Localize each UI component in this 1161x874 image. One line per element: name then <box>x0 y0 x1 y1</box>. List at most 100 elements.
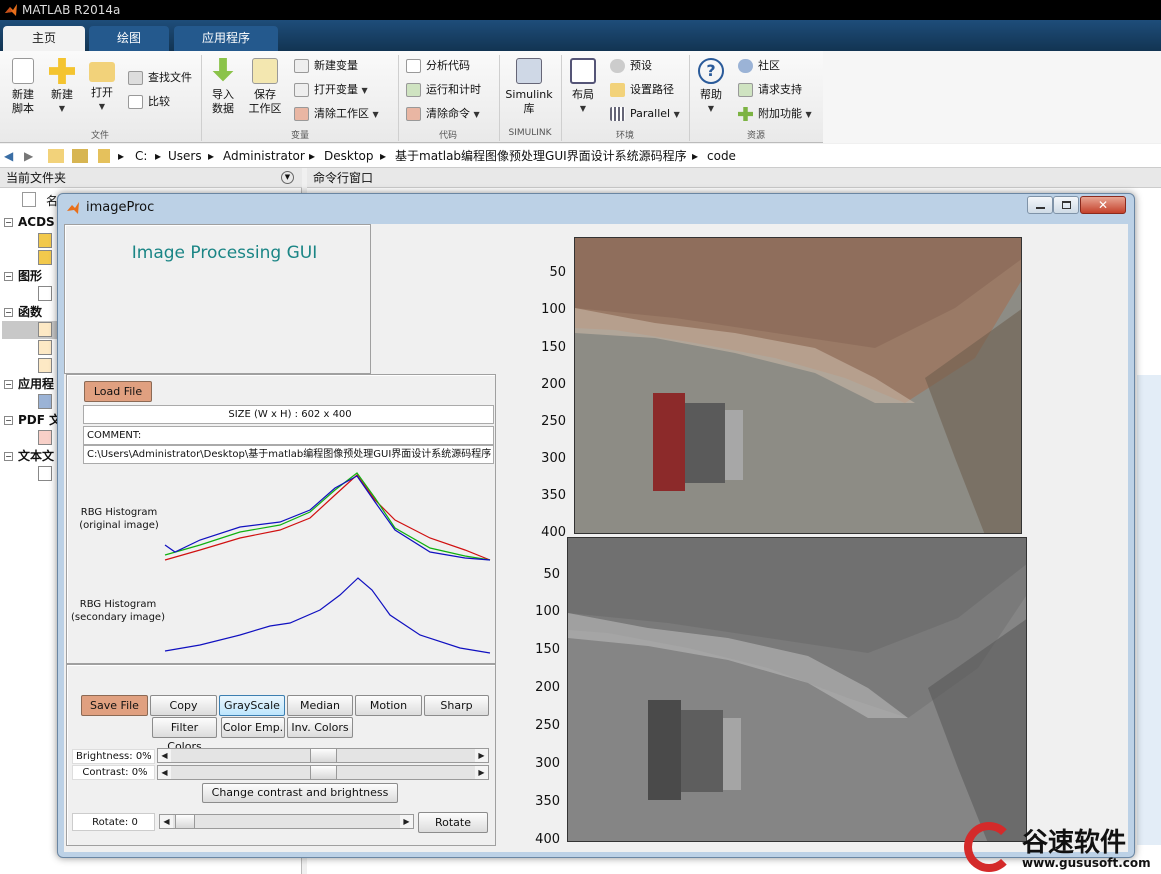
simulink-library-button[interactable]: Simulink 库 <box>504 58 554 116</box>
collapse-icon[interactable]: − <box>4 308 13 317</box>
secondary-image-axes <box>567 537 1027 842</box>
breadcrumb-item[interactable]: code <box>707 144 736 168</box>
new-script-button[interactable]: 新建 脚本 <box>6 58 40 116</box>
new-button[interactable]: 新建 ▼ <box>46 58 78 116</box>
brightness-slider-thumb[interactable] <box>310 749 337 762</box>
help-button[interactable]: ? 帮助 ▼ <box>696 58 726 116</box>
new-script-icon <box>12 58 34 84</box>
run-and-time-button[interactable]: 运行和计时 <box>406 82 481 98</box>
tree-folder-figures[interactable]: − 图形 <box>4 268 42 284</box>
maximize-icon <box>1062 201 1071 209</box>
save-workspace-icon <box>252 58 278 84</box>
collapse-icon[interactable]: − <box>4 272 13 281</box>
clear-commands-button[interactable]: 清除命令 ▼ <box>406 106 480 123</box>
close-button[interactable]: ✕ <box>1080 196 1126 214</box>
save-workspace-button[interactable]: 保存 工作区 <box>246 58 284 116</box>
rotate-value: Rotate: 0 <box>72 813 155 831</box>
ribbon-tab-strip: 主页 绘图 应用程序 <box>0 20 1161 51</box>
contrast-label: Contrast: 0% <box>72 765 155 780</box>
import-data-button[interactable]: 导入 数据 <box>206 58 240 116</box>
comment-field[interactable]: COMMENT: <box>83 426 494 445</box>
layout-button[interactable]: 布局 ▼ <box>568 58 598 116</box>
find-files-button[interactable]: 查找文件 <box>128 70 192 86</box>
clear-workspace-button[interactable]: 清除工作区 ▼ <box>294 106 379 123</box>
breadcrumb-item[interactable]: Users <box>168 144 202 168</box>
slider-right-arrow-icon[interactable]: ▶ <box>475 749 488 762</box>
collapse-icon[interactable]: − <box>4 416 13 425</box>
open-button[interactable]: 打开 ▼ <box>86 58 118 114</box>
slider-left-arrow-icon[interactable]: ◀ <box>158 766 171 779</box>
breadcrumb-item[interactable]: Administrator <box>223 144 305 168</box>
change-contrast-brightness-button[interactable]: Change contrast and brightness <box>202 783 398 803</box>
collapse-icon[interactable]: − <box>4 380 13 389</box>
tab-home[interactable]: 主页 <box>3 26 85 51</box>
group-label-code: 代码 <box>438 131 457 141</box>
contrast-slider[interactable]: ◀ ▶ <box>157 765 489 780</box>
tree-folder-acdsee[interactable]: − ACDS <box>4 214 55 230</box>
median-button[interactable]: Median <box>287 695 353 716</box>
import-icon <box>212 58 234 82</box>
back-icon[interactable]: ◀ <box>4 144 13 168</box>
up-folder-icon[interactable] <box>48 149 64 163</box>
tab-apps[interactable]: 应用程序 <box>174 26 278 51</box>
preferences-button[interactable]: 预设 <box>610 58 652 74</box>
save-file-button[interactable]: Save File <box>81 695 148 716</box>
axis-tick: 400 <box>541 525 566 540</box>
command-window-scroll-region[interactable] <box>1137 375 1161 845</box>
tree-folder-text[interactable]: − 文本文 <box>4 448 54 464</box>
rotate-button[interactable]: Rotate <box>418 812 488 833</box>
set-path-button[interactable]: 设置路径 <box>610 82 674 98</box>
minimize-button[interactable] <box>1027 196 1053 214</box>
forward-icon[interactable]: ▶ <box>24 144 33 168</box>
collapse-icon[interactable]: − <box>4 218 13 227</box>
panel-menu-icon[interactable]: ▼ <box>281 171 294 184</box>
filter-colors-button[interactable]: Filter Colors <box>152 717 217 753</box>
slider-left-arrow-icon[interactable]: ◀ <box>158 749 171 762</box>
analyze-code-button[interactable]: 分析代码 <box>406 58 470 74</box>
axis-tick: 150 <box>541 340 566 355</box>
breadcrumb-item[interactable]: 基于matlab编程图像预处理GUI界面设计系统源码程序 <box>395 144 687 168</box>
grayscale-button[interactable]: GrayScale <box>219 695 285 716</box>
motion-button[interactable]: Motion <box>355 695 422 716</box>
ribbon-divider <box>398 55 399 141</box>
browse-folder-icon[interactable] <box>72 149 88 163</box>
slider-right-arrow-icon[interactable]: ▶ <box>400 815 413 828</box>
tree-folder-pdf[interactable]: − PDF 文 <box>4 412 61 428</box>
community-button[interactable]: 社区 <box>738 58 780 74</box>
invert-colors-button[interactable]: Inv. Colors <box>287 717 353 738</box>
request-support-button[interactable]: 请求支持 <box>738 82 802 98</box>
load-file-button[interactable]: Load File <box>84 381 152 402</box>
contrast-slider-thumb[interactable] <box>310 766 337 779</box>
clear-commands-icon <box>406 107 421 121</box>
compare-button[interactable]: 比较 <box>128 94 170 110</box>
axis-tick: 350 <box>541 488 566 503</box>
rotate-slider-thumb[interactable] <box>175 815 195 828</box>
tree-folder-apps[interactable]: − 应用程 <box>4 376 54 392</box>
rotate-slider[interactable]: ◀ ▶ <box>159 814 414 829</box>
copy-button[interactable]: Copy <box>150 695 217 716</box>
simulink-icon <box>516 58 542 84</box>
collapse-icon[interactable]: − <box>4 452 13 461</box>
breadcrumb-separator: ▸ <box>692 149 699 163</box>
axis-tick: 300 <box>541 451 566 466</box>
breadcrumb-item[interactable]: Desktop <box>324 144 374 168</box>
tree-folder-functions[interactable]: − 函数 <box>4 304 42 320</box>
jpg-file-icon <box>38 250 52 265</box>
color-emphasis-button[interactable]: Color Emp. <box>221 717 285 738</box>
new-variable-button[interactable]: 新建变量 <box>294 58 358 74</box>
file-path-field[interactable]: C:\Users\Administrator\Desktop\基于matlab编… <box>83 445 494 464</box>
clear-workspace-icon <box>294 107 309 121</box>
sharp-button[interactable]: Sharp <box>424 695 489 716</box>
slider-right-arrow-icon[interactable]: ▶ <box>475 766 488 779</box>
tab-plots[interactable]: 绘图 <box>89 26 169 51</box>
open-variable-button[interactable]: 打开变量 ▼ <box>294 82 368 99</box>
histogram-original-label: RBG Histogram (original image) <box>79 507 159 531</box>
breadcrumb-item[interactable]: C: <box>135 144 147 168</box>
slider-left-arrow-icon[interactable]: ◀ <box>160 815 173 828</box>
add-ons-button[interactable]: 附加功能 ▼ <box>738 106 812 123</box>
parallel-button[interactable]: Parallel ▼ <box>610 106 680 123</box>
maximize-button[interactable] <box>1053 196 1079 214</box>
histogram-original-blue-curve <box>164 475 491 561</box>
brightness-slider[interactable]: ◀ ▶ <box>157 748 489 763</box>
histogram-secondary-blue-curve <box>164 577 491 654</box>
